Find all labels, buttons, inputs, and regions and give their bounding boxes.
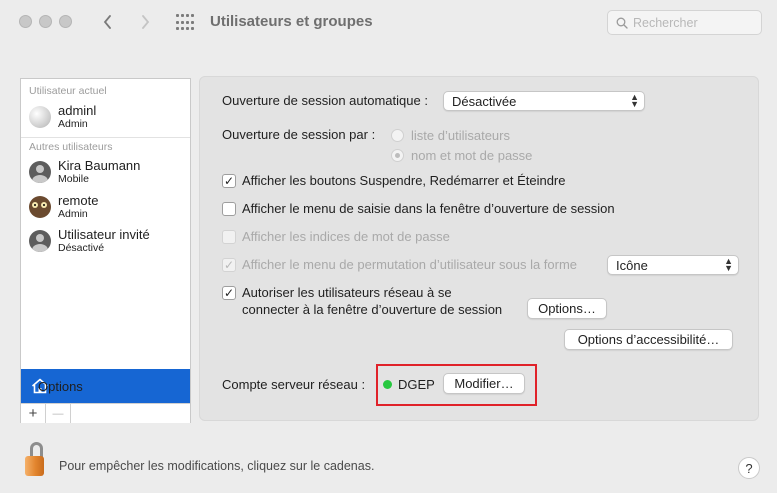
padlock-icon[interactable] xyxy=(23,442,47,478)
checkbox-network-users-label-line1: Autoriser les utilisateurs réseau à se xyxy=(242,285,452,300)
user-role: Admin xyxy=(58,118,88,130)
user-item-guest[interactable]: Utilisateur invité Désactivé xyxy=(29,225,150,257)
auto-login-popup[interactable]: Désactivée ▲ ▼ xyxy=(443,91,645,111)
user-item-adminl[interactable]: adminl Admin xyxy=(29,101,96,133)
add-user-button[interactable]: + xyxy=(21,404,46,423)
user-role: Admin xyxy=(58,208,88,220)
title-bar: Utilisateurs et groupes xyxy=(0,0,777,46)
search-input[interactable] xyxy=(633,15,753,30)
person-icon xyxy=(29,230,51,252)
radio-name-password xyxy=(391,149,404,162)
radio-user-list xyxy=(391,129,404,142)
user-name: Utilisateur invité xyxy=(58,227,150,242)
user-name: remote xyxy=(58,193,99,208)
user-item-remote[interactable]: remote Admin xyxy=(29,191,98,223)
fast-switch-style-value: Icône xyxy=(616,257,648,273)
show-all-grid-icon[interactable] xyxy=(176,14,194,32)
user-role: Mobile xyxy=(58,173,89,185)
updown-chevron-icon: ▲ ▼ xyxy=(724,256,733,273)
divider xyxy=(21,137,190,138)
display-login-as-label: Ouverture de session par : xyxy=(222,127,376,142)
auto-login-value: Désactivée xyxy=(452,93,517,109)
search-field[interactable] xyxy=(607,10,762,35)
minimize-window-button[interactable] xyxy=(39,15,52,28)
zoom-window-button[interactable] xyxy=(59,15,72,28)
checkbox-password-hints-label: Afficher les indices de mot de passe xyxy=(242,229,450,244)
radio-user-list-label: liste d’utilisateurs xyxy=(411,128,510,143)
person-icon xyxy=(29,161,51,183)
back-arrow-icon[interactable] xyxy=(98,11,116,33)
lock-hint-text: Pour empêcher les modifications, cliquez… xyxy=(59,459,375,473)
remove-user-button: — xyxy=(46,404,71,423)
radio-name-password-label: nom et mot de passe xyxy=(411,148,533,163)
forward-arrow-icon xyxy=(136,11,154,33)
checkbox-fast-user-switching: ✓ xyxy=(222,258,236,272)
window-title: Utilisateurs et groupes xyxy=(210,13,373,30)
help-button[interactable]: ? xyxy=(738,457,760,479)
user-name: Kira Baumann xyxy=(58,158,141,173)
checkbox-network-users-label-line2: connecter à la fenêtre d’ouverture de se… xyxy=(242,302,503,317)
user-item-kira-baumann[interactable]: Kira Baumann Mobile xyxy=(29,156,140,188)
checkbox-sleep-restart[interactable]: ✓ xyxy=(222,174,236,188)
checkbox-fast-user-switching-label: Afficher le menu de permutation d’utilis… xyxy=(242,257,578,272)
sidebar-footer: + — xyxy=(21,403,190,423)
search-icon xyxy=(616,17,628,29)
accessibility-options-button[interactable]: Options d’accessibilité… xyxy=(564,329,733,350)
close-window-button[interactable] xyxy=(19,15,32,28)
sidebar-item-label: Options xyxy=(38,378,83,394)
user-role: Désactivé xyxy=(58,242,105,254)
sidebar-item-options[interactable]: Options xyxy=(21,369,190,403)
network-options-button[interactable]: Options… xyxy=(527,298,607,319)
network-account-server-label: Compte serveur réseau : xyxy=(222,377,366,392)
current-user-section-label: Utilisateur actuel xyxy=(29,85,107,97)
checkbox-input-menu-label: Afficher le menu de saisie dans la fenêt… xyxy=(242,201,615,216)
user-name: adminl xyxy=(58,103,97,118)
users-sidebar: Utilisateur actuel adminl Admin Autres u… xyxy=(20,78,191,423)
auto-login-label: Ouverture de session automatique : xyxy=(222,93,428,108)
fast-switch-style-popup[interactable]: Icône ▲ ▼ xyxy=(607,255,739,275)
owl-icon xyxy=(29,196,51,218)
checkbox-password-hints xyxy=(222,230,236,244)
checkbox-network-users[interactable]: ✓ xyxy=(222,286,236,300)
other-users-section-label: Autres utilisateurs xyxy=(29,141,113,153)
checkbox-sleep-restart-label: Afficher les boutons Suspendre, Redémarr… xyxy=(242,173,566,188)
golf-ball-icon xyxy=(29,106,51,128)
checkbox-input-menu[interactable] xyxy=(222,202,236,216)
updown-chevron-icon: ▲ ▼ xyxy=(630,92,639,109)
highlight-box xyxy=(376,364,537,406)
